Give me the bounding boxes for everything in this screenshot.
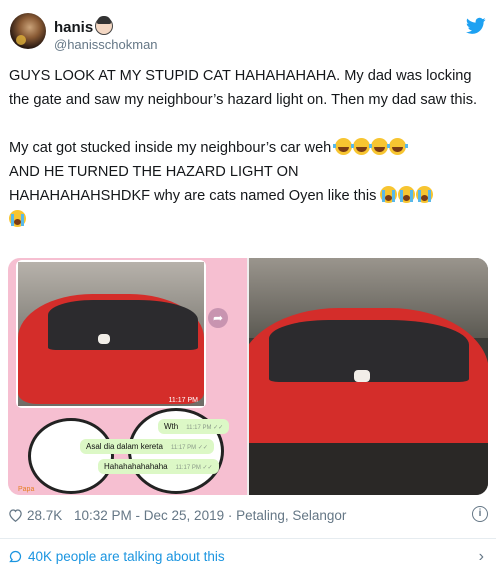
talking-link[interactable]: 40K people are talking about this › [8,548,488,568]
chat-photo-bubble: 11:17 PM [16,260,206,408]
talking-label[interactable]: 40K people are talking about this [28,549,225,564]
chat-message-bubble: Asal dia dalam kereta 11:17 PM ✓✓ [80,439,214,454]
loudly-crying-face-icon [9,210,26,227]
tweet-media[interactable]: 11:17 PM ➦ Wth 11:17 PM ✓✓ Asal dia dalam… [8,258,488,495]
tweet-text-part-a: My cat got stucked inside my neighbour’s… [9,140,336,156]
chat-contact-name: Papa [18,486,35,493]
chat-message-text: Wth [164,422,179,431]
chat-message-time: 11:17 PM ✓✓ [170,445,208,451]
like-count[interactable]: 28.7K [27,508,62,523]
chat-message-time: 11:17 PM ✓✓ [175,465,213,471]
author-avatar[interactable] [10,13,46,49]
forward-icon[interactable]: ➦ [208,308,228,328]
chat-message-bubble: Hahahahahahaha 11:17 PM ✓✓ [98,459,219,474]
tweet-text-part-b: AND HE TURNED THE HAZARD LIGHT ON [9,164,299,180]
face-with-tears-of-joy-icon [351,138,373,155]
cat-shape [354,370,370,382]
chat-message-time: 11:17 PM ✓✓ [186,425,224,431]
twitter-bird-icon[interactable] [466,17,486,35]
speech-bubble-icon [9,550,22,563]
tweet-text: GUYS LOOK AT MY STUPID CAT HAHAHAHAHA. M… [9,64,487,232]
loudly-crying-face-icon [398,186,416,203]
author-handle[interactable]: @hanisschokman [54,37,158,52]
author-name[interactable]: hanis [54,19,93,36]
car-photo [18,262,204,406]
loudly-crying-face-icon [380,186,398,203]
info-icon[interactable]: i [472,506,488,522]
ground-shape [249,443,488,495]
loudly-crying-face-icon [416,186,434,203]
author-name-row[interactable]: hanis [54,16,114,36]
tweet-text-part-c: HAHAHAHAHSHDKF why are cats named Oyen l… [9,188,381,204]
chat-message-text: Hahahahahahaha [104,462,168,471]
face-with-tears-of-joy-icon [369,138,391,155]
chevron-right-icon[interactable]: › [479,548,484,566]
chat-message-text: Asal dia dalam kereta [86,442,163,451]
girl-emoji-icon [95,16,114,35]
panda-wallpaper-shape [28,418,114,494]
tweet-meta-row: 28.7K 10:32 PM - Dec 25, 2019 · Petaling… [8,506,488,526]
tweet-paragraph-2: My cat got stucked inside my neighbour’s… [9,136,487,232]
image-timestamp: 11:17 PM [168,397,198,404]
car-window-shape [48,300,198,350]
chat-message-bubble: Wth 11:17 PM ✓✓ [158,419,230,434]
face-with-tears-of-joy-icon [387,138,409,155]
tweet-paragraph-1: GUYS LOOK AT MY STUPID CAT HAHAHAHAHA. M… [9,68,478,108]
cat-shape [98,334,110,344]
divider [0,538,496,539]
heart-icon[interactable] [8,508,23,522]
chat-screenshot-image[interactable]: 11:17 PM ➦ Wth 11:17 PM ✓✓ Asal dia dalam… [8,258,247,495]
tweet-header: hanis @hanisschokman [0,0,496,62]
tweet-datetime[interactable]: 10:32 PM - Dec 25, 2019 · Petaling, Sela… [74,508,346,523]
car-photo-image[interactable] [249,258,488,495]
face-with-tears-of-joy-icon [333,138,355,155]
